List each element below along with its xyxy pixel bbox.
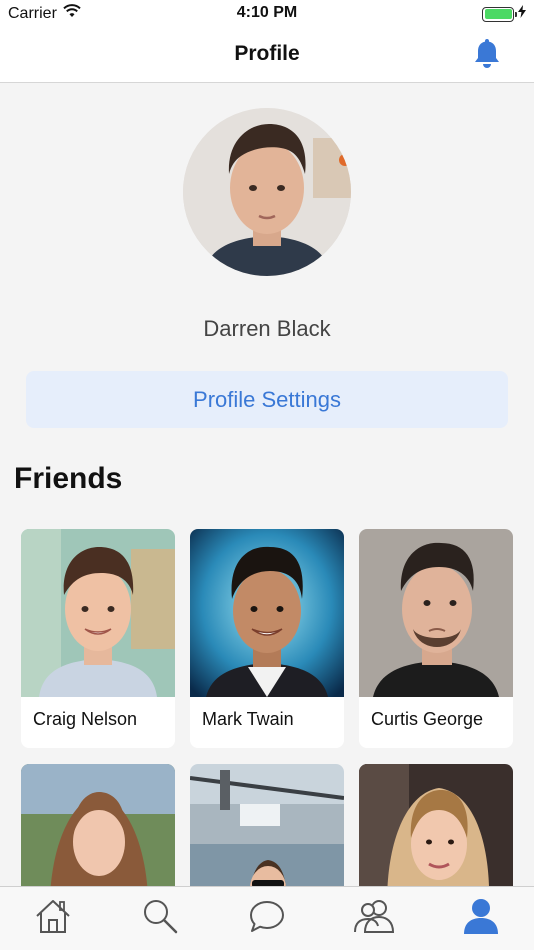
friend-card[interactable]: Craig Nelson bbox=[21, 529, 175, 748]
friends-icon bbox=[353, 898, 395, 939]
friend-name: Curtis George bbox=[371, 709, 484, 729]
bell-icon bbox=[472, 37, 502, 74]
page-title: Profile bbox=[234, 42, 300, 65]
profile-name: Darren Black bbox=[203, 316, 331, 341]
nav-bar: Profile bbox=[0, 28, 534, 83]
chat-icon bbox=[248, 898, 286, 939]
tab-profile[interactable] bbox=[451, 894, 511, 944]
friend-photo bbox=[21, 529, 175, 697]
friends-section-title: Friends bbox=[14, 462, 123, 495]
tab-home[interactable] bbox=[23, 894, 83, 944]
profile-avatar[interactable] bbox=[183, 108, 351, 276]
status-right bbox=[482, 5, 526, 23]
search-icon bbox=[141, 897, 179, 940]
friend-photo bbox=[359, 529, 513, 697]
profile-settings-button[interactable]: Profile Settings bbox=[26, 371, 508, 428]
battery-icon bbox=[482, 6, 517, 22]
friend-card[interactable]: Mark Twain bbox=[190, 529, 344, 748]
tab-bar bbox=[0, 886, 534, 950]
home-icon bbox=[34, 898, 72, 939]
tab-messages[interactable] bbox=[237, 894, 297, 944]
tab-search[interactable] bbox=[130, 894, 190, 944]
status-bar: Carrier 4:10 PM bbox=[0, 0, 534, 28]
friend-card[interactable]: Curtis George bbox=[359, 529, 513, 748]
friend-name: Craig Nelson bbox=[33, 709, 138, 729]
friend-name: Mark Twain bbox=[202, 709, 294, 729]
notifications-button[interactable] bbox=[470, 38, 504, 72]
friend-photo bbox=[190, 529, 344, 697]
profile-screen: Carrier 4:10 PM Profile Darren Black Pro… bbox=[0, 0, 534, 950]
tab-friends[interactable] bbox=[344, 894, 404, 944]
status-time: 4:10 PM bbox=[236, 4, 298, 21]
charging-icon bbox=[518, 5, 526, 23]
profile-icon bbox=[462, 897, 500, 940]
